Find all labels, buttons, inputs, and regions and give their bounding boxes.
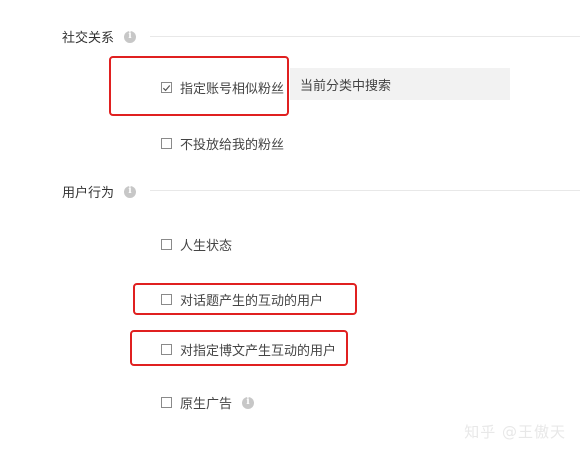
social-title-text: 社交关系 bbox=[62, 31, 115, 46]
behavior-divider bbox=[150, 190, 580, 191]
option-life-status[interactable]: 人生状态 bbox=[161, 235, 232, 254]
social-divider bbox=[150, 36, 580, 37]
search-hint-text: 当前分类中搜索 bbox=[300, 78, 392, 94]
option-exclude-my-fans[interactable]: 不投放给我的粉丝 bbox=[161, 134, 284, 153]
info-icon[interactable]: i bbox=[124, 185, 137, 198]
zhihu-watermark: 知乎 @王傲天 bbox=[464, 421, 566, 442]
option-label: 不投放给我的粉丝 bbox=[180, 138, 285, 153]
highlight-box-topic-interaction bbox=[133, 283, 357, 315]
info-icon[interactable]: i bbox=[124, 30, 137, 43]
info-icon[interactable]: i bbox=[242, 396, 255, 409]
watermark-text: 知乎 @王傲天 bbox=[464, 423, 566, 441]
behavior-title-text: 用户行为 bbox=[62, 186, 115, 201]
checkbox-icon[interactable] bbox=[161, 239, 172, 250]
social-section-title: 社交关系 i bbox=[62, 27, 137, 46]
behavior-section-title: 用户行为 i bbox=[62, 182, 137, 201]
option-native-ads[interactable]: 原生广告 i bbox=[161, 393, 255, 412]
option-label: 原生广告 bbox=[180, 397, 233, 412]
category-search-hint[interactable]: 当前分类中搜索 bbox=[290, 68, 510, 100]
highlight-box-similar-fans bbox=[109, 56, 289, 116]
highlight-box-post-interaction bbox=[130, 330, 348, 366]
checkbox-icon[interactable] bbox=[161, 138, 172, 149]
checkbox-icon[interactable] bbox=[161, 397, 172, 408]
option-label: 人生状态 bbox=[180, 239, 233, 254]
